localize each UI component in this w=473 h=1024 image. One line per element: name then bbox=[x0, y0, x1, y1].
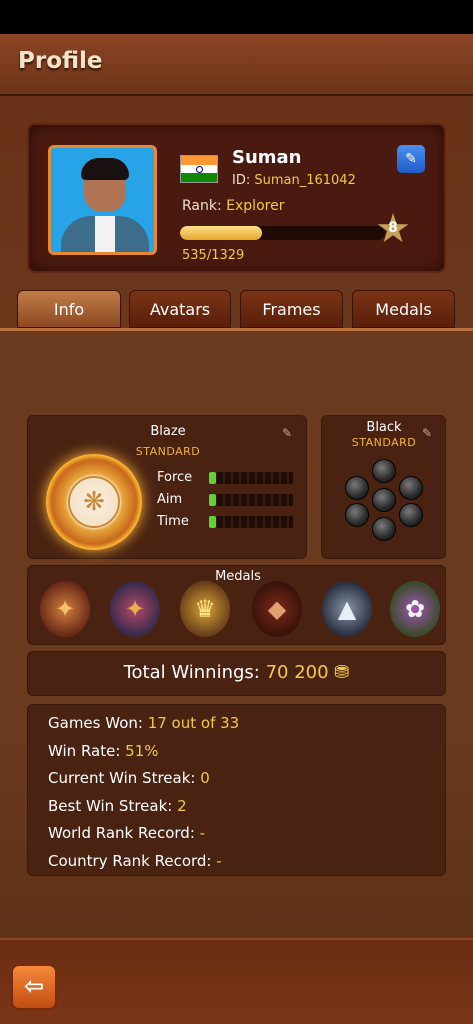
player-id-label: ID: bbox=[232, 173, 255, 188]
coin-shape bbox=[399, 476, 423, 500]
page-title: Profile bbox=[18, 48, 103, 74]
stat-country-rank: Country Rank Record: - bbox=[48, 852, 222, 870]
player-rank: Rank: Explorer bbox=[182, 198, 284, 214]
tab-medals[interactable]: Medals bbox=[352, 290, 455, 328]
medal-5-icon: ▲ bbox=[322, 581, 372, 637]
tab-info[interactable]: Info bbox=[17, 290, 121, 328]
xp-progress-fill bbox=[180, 226, 263, 240]
stat-force-bar bbox=[209, 472, 293, 484]
stat-time-label: Time bbox=[157, 514, 189, 529]
tab-bar: Info Avatars Frames Medals bbox=[15, 290, 458, 328]
profile-card: Suman ID: Suman_161042 ✎ Rank: Explorer … bbox=[27, 123, 446, 273]
stat-time-fill bbox=[209, 516, 216, 528]
edit-coins-icon[interactable]: ✎ bbox=[422, 426, 432, 440]
stats-panel: Games Won: 17 out of 33 Win Rate: 51% Cu… bbox=[27, 704, 446, 876]
coin-shape bbox=[399, 503, 423, 527]
bottom-bar: ⇦ bbox=[0, 938, 473, 1024]
stat-best-streak: Best Win Streak: 2 bbox=[48, 797, 187, 815]
header: Profile bbox=[0, 34, 473, 96]
medal-2-icon: ✦ bbox=[110, 581, 160, 637]
gold-coins-icon: ⛃ bbox=[334, 662, 350, 683]
stat-games-won: Games Won: 17 out of 33 bbox=[48, 714, 239, 732]
xp-progress-bar bbox=[180, 226, 385, 240]
pencil-icon: ✎ bbox=[405, 151, 417, 167]
stat-games-won-value: 17 out of 33 bbox=[147, 714, 240, 732]
avatar[interactable] bbox=[48, 145, 157, 255]
medal-4-icon: ◆ bbox=[252, 581, 302, 637]
stat-time-bar bbox=[209, 516, 293, 528]
stat-current-streak-value: 0 bbox=[200, 769, 210, 787]
india-flag-icon bbox=[180, 155, 218, 183]
edit-striker-icon[interactable]: ✎ bbox=[282, 426, 292, 440]
xp-text: 535/1329 bbox=[182, 248, 245, 263]
stat-aim-bar bbox=[209, 494, 293, 506]
stat-current-streak: Current Win Streak: 0 bbox=[48, 769, 210, 787]
total-winnings: Total Winnings: 70 200 ⛃ bbox=[28, 662, 445, 683]
striker-icon: ❋ bbox=[46, 454, 142, 550]
player-id: ID: Suman_161042 bbox=[232, 173, 356, 188]
stat-world-rank-label: World Rank Record: bbox=[48, 824, 200, 842]
coin-shape bbox=[345, 476, 369, 500]
tab-frames[interactable]: Frames bbox=[240, 290, 343, 328]
stat-world-rank-value: - bbox=[199, 824, 206, 842]
black-coins-icon bbox=[343, 459, 425, 541]
total-winnings-value: 70 200 bbox=[265, 662, 329, 683]
player-name: Suman bbox=[232, 147, 302, 168]
coins-type: STANDARD bbox=[351, 436, 417, 449]
medals-panel[interactable]: Medals ✦ ✦ ♛ ◆ ▲ ✿ bbox=[27, 565, 446, 645]
stat-force-fill bbox=[209, 472, 216, 484]
stat-games-won-label: Games Won: bbox=[48, 714, 148, 732]
striker-type: STANDARD bbox=[135, 445, 201, 458]
edit-profile-button[interactable]: ✎ bbox=[397, 145, 425, 173]
tab-avatars[interactable]: Avatars bbox=[129, 290, 231, 328]
avatar-hair-shape bbox=[81, 158, 129, 180]
stat-current-streak-label: Current Win Streak: bbox=[48, 769, 201, 787]
stat-country-rank-value: - bbox=[216, 852, 222, 870]
status-bar bbox=[0, 0, 473, 34]
stat-world-rank: World Rank Record: - bbox=[48, 824, 205, 842]
stat-force-label: Force bbox=[157, 470, 193, 485]
back-button[interactable]: ⇦ bbox=[11, 964, 57, 1010]
stat-best-streak-value: 2 bbox=[177, 797, 187, 815]
stat-win-rate-value: 51% bbox=[125, 742, 159, 760]
total-winnings-panel: Total Winnings: 70 200 ⛃ bbox=[27, 651, 446, 696]
stat-aim-label: Aim bbox=[157, 492, 183, 507]
profile-screen: Profile Suman ID: Suman_161042 ✎ Rank: E… bbox=[0, 34, 473, 1024]
coin-shape bbox=[372, 488, 396, 512]
medal-6-icon: ✿ bbox=[390, 581, 440, 637]
striker-name: Blaze bbox=[150, 424, 186, 439]
rank-value: Explorer bbox=[226, 198, 285, 214]
tab-divider bbox=[0, 328, 473, 331]
coins-name: Black bbox=[366, 420, 402, 435]
stat-win-rate: Win Rate: 51% bbox=[48, 742, 159, 760]
coins-panel[interactable]: Black STANDARD ✎ bbox=[321, 415, 446, 559]
stat-best-streak-label: Best Win Streak: bbox=[48, 797, 178, 815]
stat-win-rate-label: Win Rate: bbox=[48, 742, 126, 760]
striker-panel[interactable]: Blaze STANDARD ✎ ❋ Force Aim Time bbox=[27, 415, 307, 559]
rank-label: Rank: bbox=[182, 198, 227, 214]
back-arrow-icon: ⇦ bbox=[23, 972, 45, 1000]
level-number: 8 bbox=[388, 220, 398, 236]
total-winnings-label: Total Winnings: bbox=[123, 662, 266, 683]
coin-shape bbox=[372, 517, 396, 541]
stat-aim-fill bbox=[209, 494, 216, 506]
mandala-icon: ❋ bbox=[68, 476, 120, 528]
avatar-shirt-shape bbox=[95, 216, 115, 252]
medal-1-icon: ✦ bbox=[40, 581, 90, 637]
player-id-value: Suman_161042 bbox=[254, 173, 356, 188]
coin-shape bbox=[372, 459, 396, 483]
stat-country-rank-label: Country Rank Record: bbox=[48, 852, 217, 870]
medal-3-icon: ♛ bbox=[180, 581, 230, 637]
coin-shape bbox=[345, 503, 369, 527]
